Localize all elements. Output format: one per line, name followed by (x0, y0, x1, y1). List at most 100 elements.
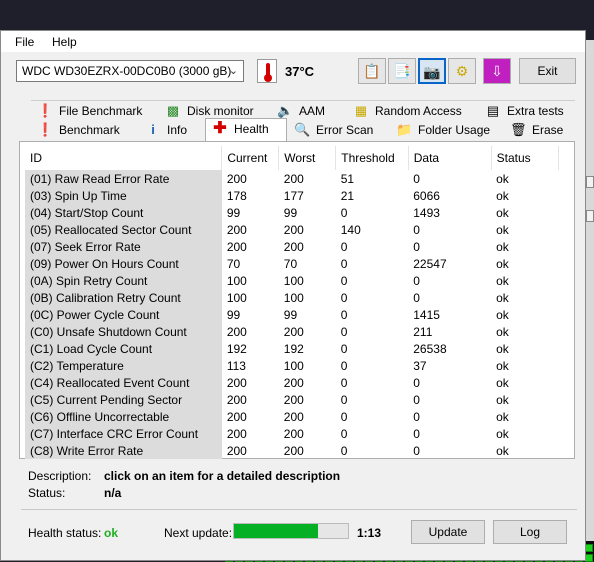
table-row[interactable]: (05) Reallocated Sector Count 200 200 140 0 o… (25, 221, 559, 238)
update-button[interactable]: Update (411, 520, 485, 544)
table-cell: ok (496, 273, 509, 288)
table-cell: 0 (340, 392, 348, 407)
column-header-current[interactable]: Current (221, 146, 280, 170)
table-row[interactable]: (C8) Write Error Rate 200 200 0 0 ok (25, 442, 559, 459)
table-cell: 200 (283, 239, 304, 254)
table-cell: 6066 (413, 188, 440, 203)
table-row[interactable]: (0B) Calibration Retry Count 100 100 0 0 ok (25, 289, 559, 306)
table-row[interactable]: (C2) Temperature 113 100 0 37 ok (25, 357, 559, 374)
table-cell: (C5) Current Pending Sector (25, 391, 222, 408)
table-row[interactable]: (C1) Load Cycle Count 192 192 0 26538 ok (25, 340, 559, 357)
exit-button[interactable]: Exit (519, 58, 576, 84)
status-label: Status: (28, 486, 66, 500)
table-row[interactable]: (C6) Offline Uncorrectable 200 200 0 0 ok (25, 408, 559, 425)
screenshot-button[interactable]: 📷 (418, 58, 446, 84)
table-cell: ok (496, 443, 509, 458)
table-cell: (C2) Temperature (25, 357, 222, 374)
table-cell: 0 (413, 409, 420, 424)
description-value: click on an item for a detailed descript… (104, 469, 341, 483)
tab-error-scan[interactable]: 🔍 Error Scan (288, 120, 390, 140)
table-cell: 99 (283, 307, 298, 322)
tab-file-benchmark[interactable]: ❗ File Benchmark (31, 100, 159, 120)
table-cell: ok (496, 426, 509, 441)
table-cell: ok (496, 341, 509, 356)
copy-image-icon: 📑 (393, 63, 411, 79)
table-cell: 0 (413, 443, 420, 458)
table-cell: 1493 (413, 205, 440, 220)
table-cell: ok (496, 290, 509, 305)
table-cell: 0 (413, 222, 420, 237)
table-cell: 200 (283, 222, 304, 237)
table-row[interactable]: (C5) Current Pending Sector 200 200 0 0 ok (25, 391, 559, 408)
progress-fill (234, 524, 319, 538)
table-cell: (01) Raw Read Error Rate (25, 170, 222, 187)
column-header-worst[interactable]: Worst (278, 146, 337, 170)
table-cell: 0 (340, 273, 348, 288)
table-cell: 200 (226, 324, 247, 339)
tab-benchmark[interactable]: ❗ Benchmark (31, 120, 139, 140)
table-cell: ok (496, 171, 509, 186)
table-cell: 192 (283, 341, 304, 356)
tab-aam[interactable]: 🔈 AAM (271, 100, 347, 120)
tab-disk-monitor[interactable]: ▩ Disk monitor (159, 100, 271, 120)
table-cell: 0 (340, 358, 348, 373)
table-cell: 100 (226, 290, 247, 305)
background-checkbox (586, 210, 594, 222)
arrow-down-icon: ⇩ (491, 63, 503, 79)
table-cell: 200 (283, 324, 304, 339)
tab-health[interactable]: ✚ Health (205, 118, 287, 142)
table-row[interactable]: (0C) Power Cycle Count 99 99 0 1415 ok (25, 306, 559, 323)
options-button[interactable]: ⚙ (448, 58, 476, 84)
table-cell: 22547 (413, 256, 447, 271)
tab-erase[interactable]: 🗑 Erase (504, 120, 575, 140)
table-row[interactable]: (09) Power On Hours Count 70 70 0 22547 ok (25, 255, 559, 272)
trash-icon: 🗑 (510, 122, 527, 137)
table-row[interactable]: (C0) Unsafe Shutdown Count 200 200 0 211 ok (25, 323, 559, 340)
table-cell: ok (496, 188, 509, 203)
column-header-data[interactable]: Data (408, 146, 492, 170)
table-cell: 99 (283, 205, 298, 220)
table-cell: 178 (226, 188, 247, 203)
smart-table: ID Current Worst Threshold Data Status (… (25, 146, 560, 459)
table-cell: (C7) Interface CRC Error Count (25, 425, 222, 442)
drive-select[interactable]: WDC WD30EZRX-00DC0B0 (3000 gB) ⌄ (16, 60, 244, 82)
table-row[interactable]: (C7) Interface CRC Error Count 200 200 0 0 ok (25, 425, 559, 442)
download-button[interactable]: ⇩ (483, 58, 511, 84)
tab-folder-usage[interactable]: 📁 Folder Usage (390, 120, 504, 140)
table-cell: ok (496, 205, 509, 220)
table-cell: 100 (283, 273, 304, 288)
table-cell: (05) Reallocated Sector Count (25, 221, 222, 238)
table-row[interactable]: (0A) Spin Retry Count 100 100 0 0 ok (25, 272, 559, 289)
table-cell: 200 (226, 409, 247, 424)
table-cell: 100 (283, 358, 304, 373)
column-header-status[interactable]: Status (491, 146, 560, 170)
table-row[interactable]: (01) Raw Read Error Rate 200 200 51 0 ok (25, 170, 559, 187)
tab-label: Extra tests (507, 104, 564, 118)
menu-help[interactable]: Help (52, 35, 77, 49)
table-row[interactable]: (03) Spin Up Time 178 177 21 6066 ok (25, 187, 559, 204)
table-cell: ok (496, 307, 509, 322)
description-label: Description: (28, 469, 92, 483)
table-cell: 200 (283, 375, 304, 390)
table-cell: ok (496, 358, 509, 373)
column-header-threshold[interactable]: Threshold (335, 146, 409, 170)
menu-file[interactable]: File (15, 35, 34, 49)
copy-text-button[interactable]: 📋 (358, 58, 386, 84)
copy-screenshot-button[interactable]: 📑 (388, 58, 416, 84)
cross-icon: ✚ (213, 120, 227, 137)
table-row[interactable]: (C4) Reallocated Event Count 200 200 0 0 ok (25, 374, 559, 391)
column-header-id[interactable]: ID (25, 146, 223, 170)
tab-random-access[interactable]: ▦ Random Access (347, 100, 479, 120)
next-update-progress (233, 523, 349, 539)
table-cell: 200 (226, 222, 247, 237)
log-button[interactable]: Log (493, 520, 567, 544)
next-update-time: 1:13 (357, 526, 382, 540)
table-row[interactable]: (04) Start/Stop Count 99 99 0 1493 ok (25, 204, 559, 221)
tab-label: Info (167, 123, 188, 137)
table-cell: (07) Seek Error Rate (25, 238, 222, 255)
table-row[interactable]: (07) Seek Error Rate 200 200 0 0 ok (25, 238, 559, 255)
table-cell: 192 (226, 341, 247, 356)
tab-extra-tests[interactable]: ▤ Extra tests (479, 100, 575, 120)
tab-info[interactable]: i Info (139, 120, 205, 140)
table-cell: 0 (340, 426, 348, 441)
